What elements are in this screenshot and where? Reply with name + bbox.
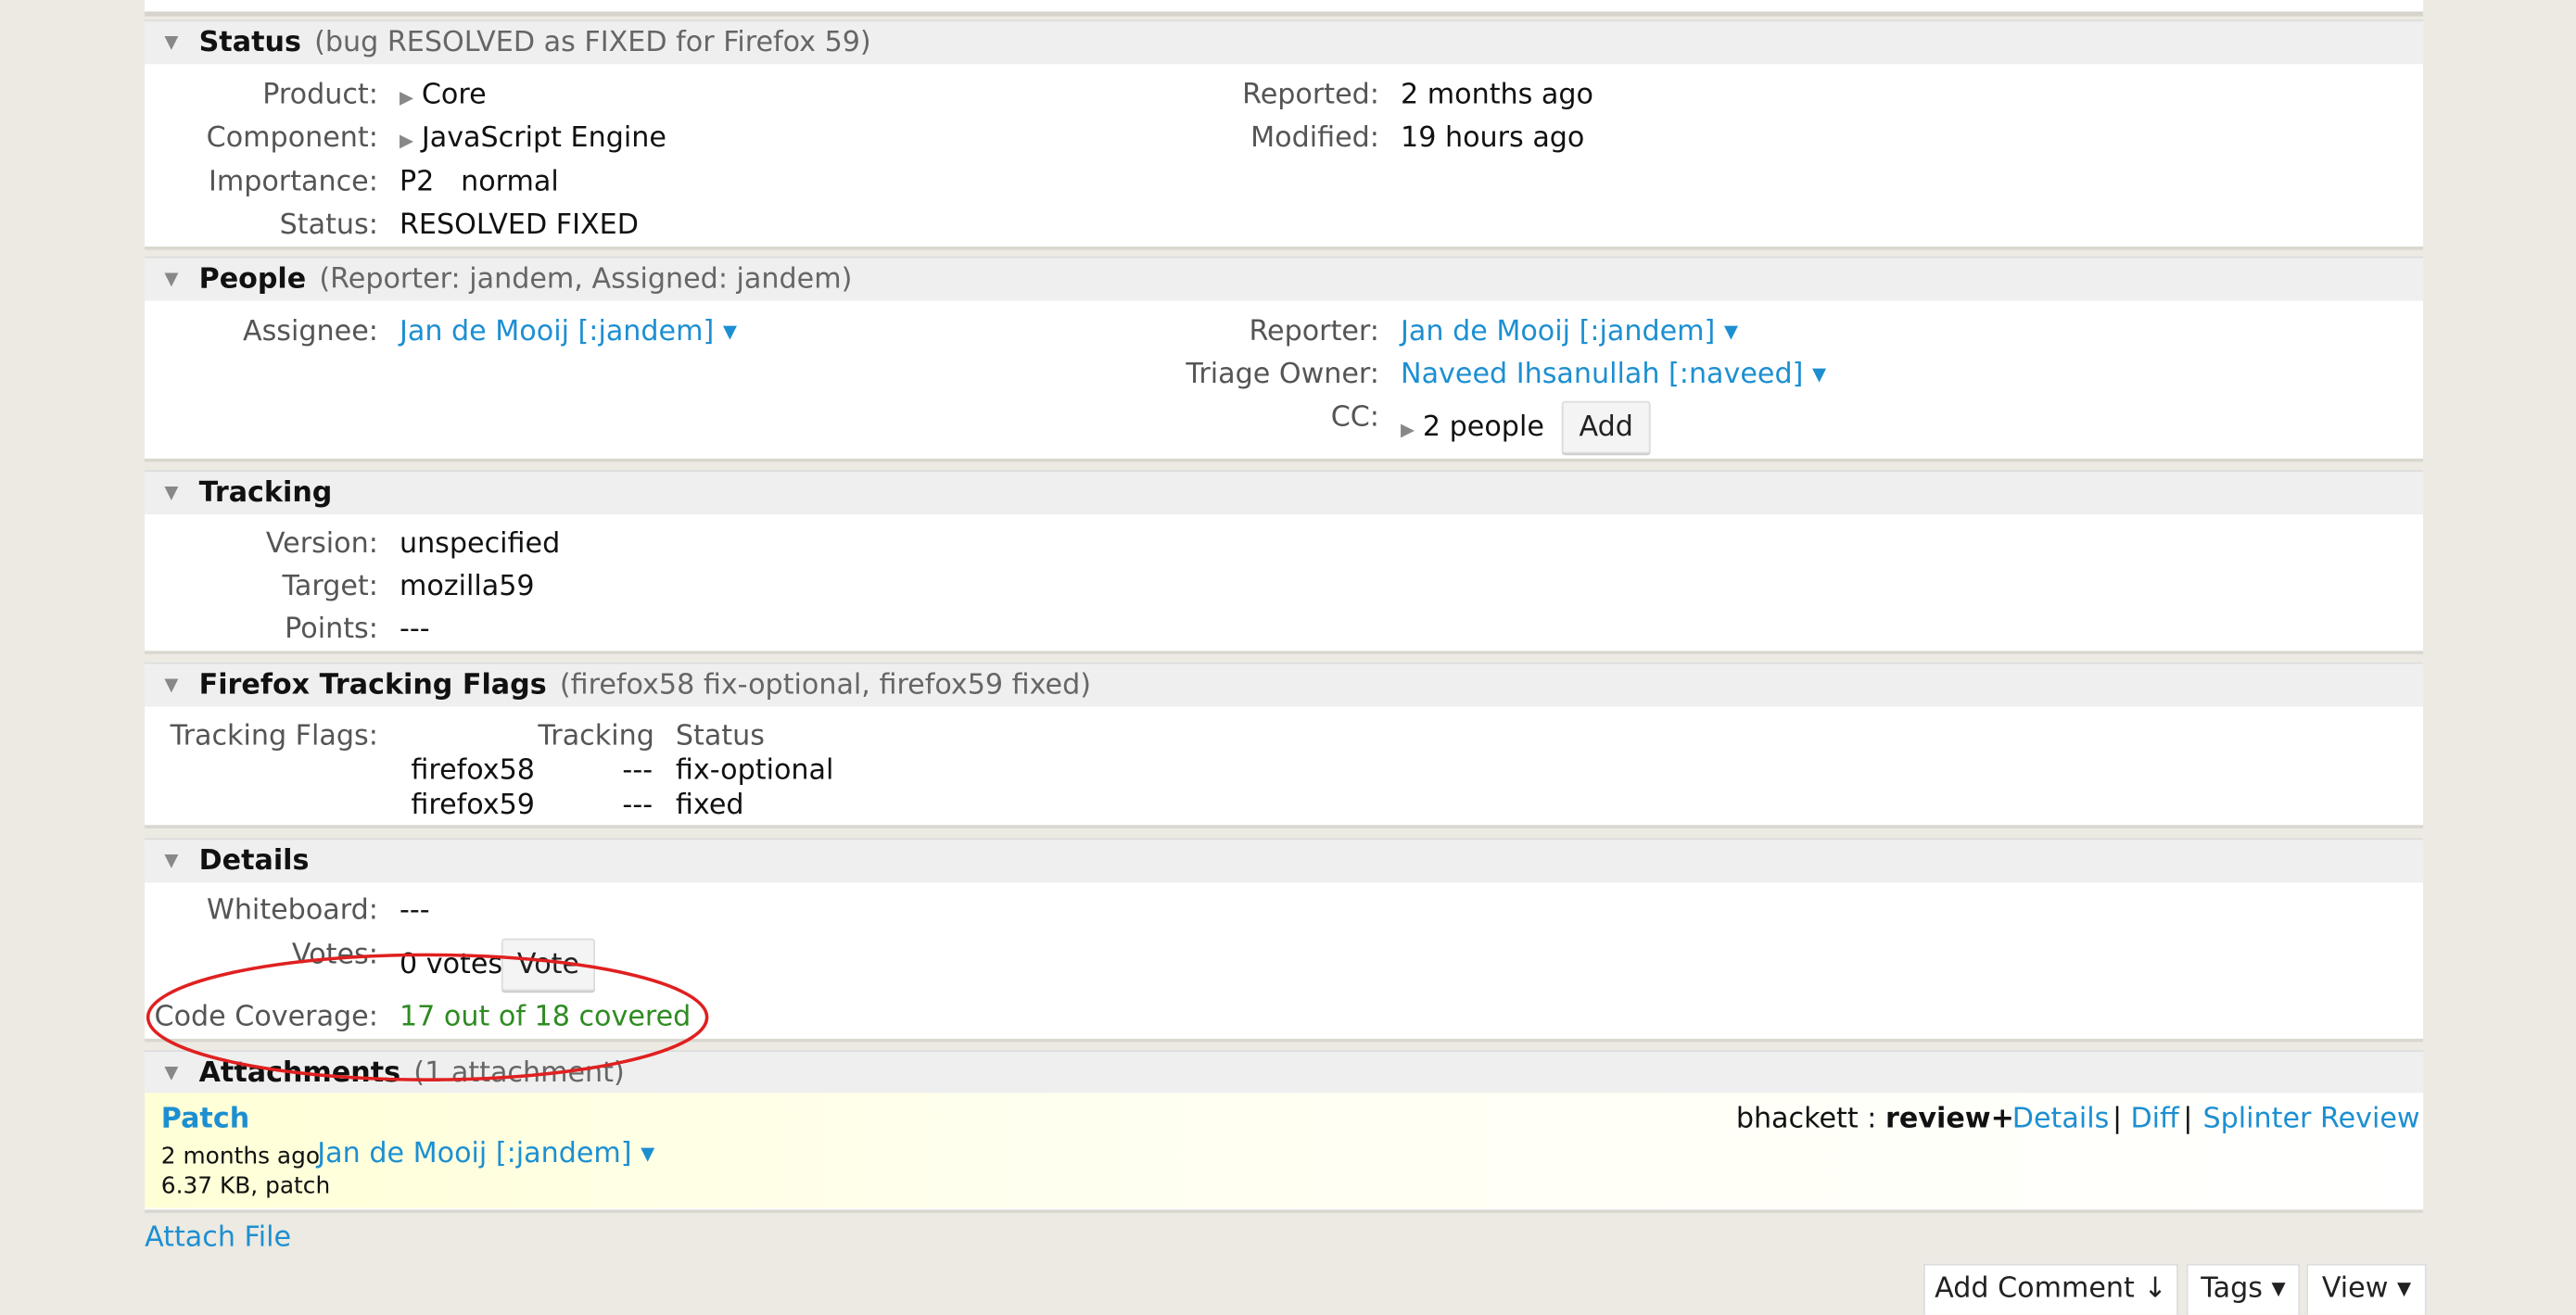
highlight-ellipse-overlay (146, 953, 709, 1081)
highlight-ellipse (146, 953, 709, 1081)
bug-page: ▼ Status (bug RESOLVED as FIXED for Firef… (0, 0, 2576, 1315)
